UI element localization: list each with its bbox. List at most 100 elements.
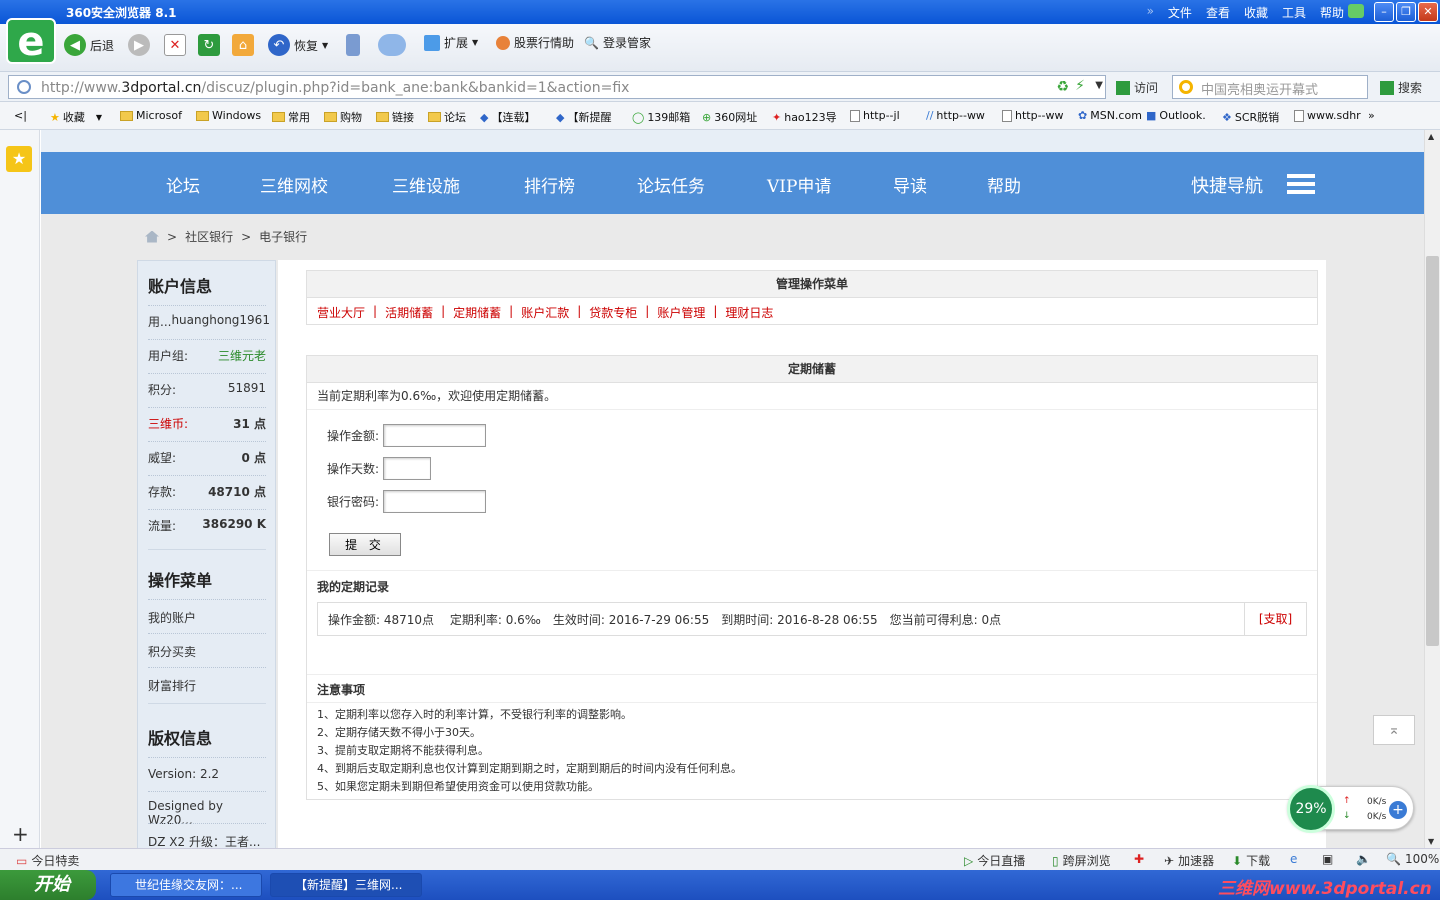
nav-tasks[interactable]: 论坛任务 xyxy=(637,172,705,197)
bookmark-link[interactable]: ❖ SCR脱销 xyxy=(1222,109,1279,125)
ie-icon[interactable]: e xyxy=(1290,852,1297,866)
withdraw-button[interactable]: [支取] xyxy=(1244,603,1306,635)
submit-button[interactable]: 提 交 xyxy=(329,533,401,556)
menu-favorites[interactable]: 收藏 xyxy=(1244,4,1268,21)
quick-nav[interactable]: 快捷导航 xyxy=(1191,172,1263,198)
days-input[interactable] xyxy=(383,457,432,480)
menu-tools[interactable]: 工具 xyxy=(1282,4,1306,21)
link-loans[interactable]: 贷款专柜 xyxy=(589,304,637,321)
bookmark-link[interactable]: ✦ hao123导 xyxy=(772,109,837,125)
password-input[interactable] xyxy=(383,490,487,513)
bookmarks-collapse-icon[interactable]: <| xyxy=(14,109,27,122)
nav-facilities[interactable]: 三维设施 xyxy=(392,172,460,197)
bookmark-folder[interactable]: 论坛 xyxy=(428,109,466,125)
bookmark-link[interactable]: ◯ 139邮箱 xyxy=(632,109,690,125)
back-button[interactable]: ◀ 后退 xyxy=(64,34,114,56)
bookmarks-more-icon[interactable]: » xyxy=(1368,109,1375,122)
scroll-up-icon[interactable]: ▲ xyxy=(1428,132,1434,141)
amount-input[interactable] xyxy=(383,424,487,447)
forward-button[interactable]: ▶ xyxy=(128,34,150,56)
today-live[interactable]: ▷ 今日直播 xyxy=(964,852,1025,869)
accelerator[interactable]: ✈ 加速器 xyxy=(1164,852,1214,869)
recycle-icon[interactable]: ♻ xyxy=(1056,79,1069,95)
scroll-thumb[interactable] xyxy=(1426,256,1439,646)
mobile-button[interactable] xyxy=(346,34,360,56)
visit-button[interactable]: 访问 xyxy=(1116,79,1158,96)
extend-button[interactable]: 扩展 ▼ xyxy=(424,34,478,51)
bookmark-link[interactable]: ◆ 【新提醒 xyxy=(556,109,611,125)
bookmark-link[interactable]: //http--ww xyxy=(926,109,985,122)
bookmark-folder[interactable]: Microsof xyxy=(120,109,182,122)
opmenu-my-account[interactable]: 我的账户 xyxy=(148,609,266,626)
address-bar[interactable]: http://www.3dportal.cn/discuz/plugin.php… xyxy=(8,75,1106,99)
minimize-button[interactable]: – xyxy=(1374,2,1394,22)
home-button[interactable]: ⌂ xyxy=(232,34,254,56)
opmenu-wealth-rank[interactable]: 财富排行 xyxy=(148,677,266,694)
lightning-icon[interactable]: ⚡ xyxy=(1075,78,1085,94)
breadcrumb-bank[interactable]: 社区银行 xyxy=(185,228,233,245)
link-account-manage[interactable]: 账户管理 xyxy=(657,304,705,321)
upload-speed: 0K/s xyxy=(1367,797,1387,807)
scrollbar[interactable]: ▲ ▼ xyxy=(1424,130,1440,848)
menu-help[interactable]: 帮助 xyxy=(1320,4,1344,21)
link-lobby[interactable]: 营业大厅 xyxy=(317,304,365,321)
address-url[interactable]: http://www.3dportal.cn/discuz/plugin.php… xyxy=(41,80,629,96)
stop-button[interactable]: ✕ xyxy=(164,34,186,56)
cross-screen[interactable]: ▯ 跨屏浏览 xyxy=(1052,852,1111,869)
bookmark-favorites[interactable]: ★ 收藏 ▼ xyxy=(50,109,102,125)
nav-ranking[interactable]: 排行榜 xyxy=(524,172,575,197)
task-3dportal[interactable]: 【新提醒】三维网... xyxy=(270,873,422,897)
today-deals[interactable]: ▭ 今日特卖 xyxy=(16,852,79,869)
bookmark-link[interactable]: ◆ 【连载】 xyxy=(480,109,535,125)
restore-button[interactable]: ❐ xyxy=(1396,2,1416,22)
bookmark-link[interactable]: http--jl xyxy=(850,109,900,122)
refresh-button[interactable]: ↻ xyxy=(198,34,220,56)
bookmark-folder[interactable]: 链接 xyxy=(376,109,414,125)
skin-icon[interactable] xyxy=(1348,4,1364,18)
nav-forum[interactable]: 论坛 xyxy=(166,172,200,197)
bookmark-link[interactable]: ■ Outlook. xyxy=(1146,109,1206,122)
chevron-down-icon[interactable]: ▼ xyxy=(1095,80,1103,91)
login-button[interactable]: 🔍 登录管家 xyxy=(584,34,651,51)
restore-tab-button[interactable]: ↶ 恢复 ▼ xyxy=(268,34,328,56)
link-current-savings[interactable]: 活期储蓄 xyxy=(385,304,433,321)
memory-percent[interactable]: 29% xyxy=(1287,785,1335,833)
task-jiayuan[interactable]: 世纪佳缘交友网：... xyxy=(110,873,262,897)
volume-icon[interactable]: 🔈 xyxy=(1356,852,1371,866)
bookmark-link[interactable]: http--ww xyxy=(1002,109,1064,122)
scroll-down-icon[interactable]: ▼ xyxy=(1428,837,1434,846)
downloads[interactable]: ⬇ 下载 xyxy=(1232,852,1270,869)
bookmark-link[interactable]: ⊕ 360网址 xyxy=(702,109,757,125)
close-button[interactable]: ✕ xyxy=(1418,2,1438,22)
cloud-button[interactable] xyxy=(378,34,406,56)
speed-plus-icon[interactable]: + xyxy=(1389,801,1407,819)
nav-guide[interactable]: 导读 xyxy=(893,172,927,197)
bookmark-link[interactable]: www.sdhr xyxy=(1294,109,1361,122)
menu-view[interactable]: 查看 xyxy=(1206,4,1230,21)
search-button[interactable]: 搜索 xyxy=(1380,79,1422,96)
nav-help[interactable]: 帮助 xyxy=(987,172,1021,197)
link-remittance[interactable]: 账户汇款 xyxy=(521,304,569,321)
search-input[interactable]: 中国亮相奥运开幕式 xyxy=(1172,75,1368,99)
start-button[interactable]: 开始 xyxy=(0,870,96,900)
menu-file[interactable]: 文件 xyxy=(1168,4,1192,21)
link-fixed-savings[interactable]: 定期储蓄 xyxy=(453,304,501,321)
add-sidebar-icon[interactable]: + xyxy=(12,822,29,846)
favorites-star-icon[interactable]: ★ xyxy=(6,146,32,172)
bookmark-folder[interactable]: 购物 xyxy=(324,109,362,125)
stock-button[interactable]: 股票行情助 xyxy=(496,34,574,51)
back-to-top-button[interactable]: ⌅ xyxy=(1373,715,1415,745)
zoom-control[interactable]: 🔍 100% xyxy=(1386,852,1439,866)
medkit-icon[interactable]: ✚ xyxy=(1134,852,1144,866)
link-finance-log[interactable]: 理财日志 xyxy=(725,304,773,321)
nav-vip[interactable]: VIP申请 xyxy=(767,172,831,197)
bookmark-folder[interactable]: 常用 xyxy=(272,109,310,125)
nav-school[interactable]: 三维网校 xyxy=(260,172,328,197)
bookmark-folder[interactable]: Windows xyxy=(196,109,261,122)
window-icon[interactable]: ▣ xyxy=(1322,852,1333,866)
home-icon[interactable] xyxy=(145,230,159,243)
bookmark-link[interactable]: ✿ MSN.com xyxy=(1078,109,1142,122)
opmenu-points-trade[interactable]: 积分买卖 xyxy=(148,643,266,660)
hamburger-icon[interactable] xyxy=(1287,174,1315,194)
speed-widget[interactable]: 29% ↑ 0K/s ↓ 0K/s + xyxy=(1287,785,1414,833)
